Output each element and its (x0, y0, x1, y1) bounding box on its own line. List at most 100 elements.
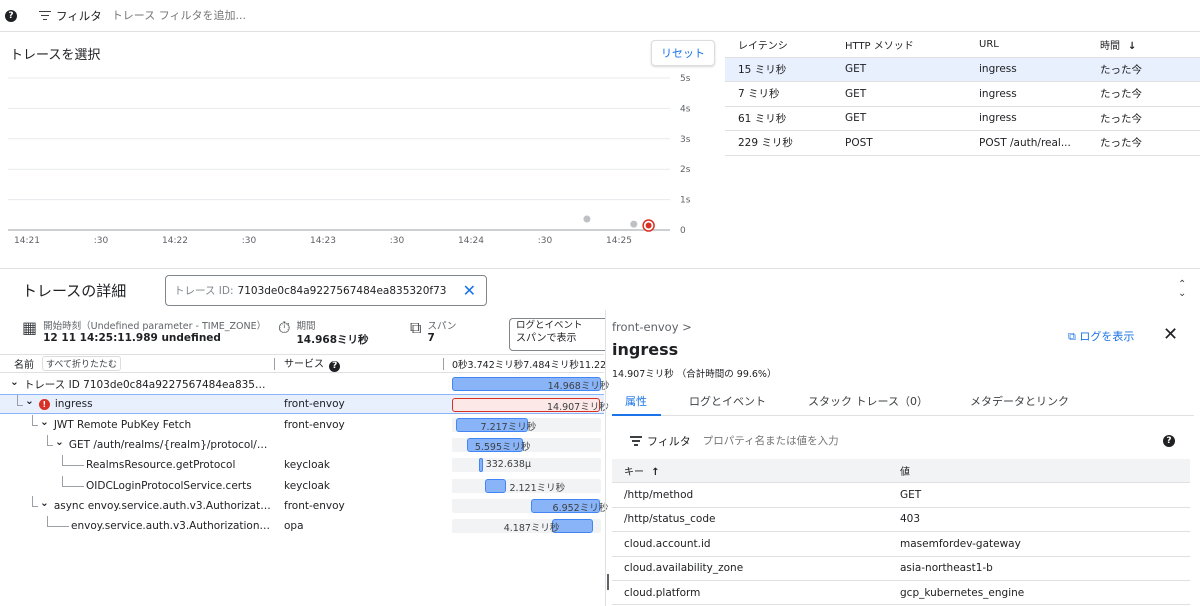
span-row[interactable]: ⌄! ingress front-envoy 14.907ミリ秒 (0, 394, 609, 415)
duration-value: 14.968ミリ秒 (296, 334, 369, 346)
column-divider[interactable] (443, 357, 444, 370)
x-tick-label: :30 (390, 236, 405, 246)
span-row[interactable]: ⌄ async envoy.service.auth.v3.Authorizati… (0, 495, 608, 516)
filter-label[interactable]: フィルタ (56, 8, 102, 24)
chevron-down-icon[interactable]: ⌄ (40, 500, 49, 509)
x-tick-label: 14:25 (606, 236, 632, 246)
span-row[interactable]: envoy.service.auth.v3.Authorization/Ch..… (0, 516, 604, 536)
key-header-label: キー (624, 467, 644, 479)
attribute-key: /http/method (624, 489, 694, 502)
help-icon[interactable]: ? (5, 9, 17, 22)
span-service: keycloak (284, 479, 331, 492)
close-icon[interactable]: ✕ (1163, 324, 1178, 345)
column-divider[interactable] (274, 357, 275, 370)
tree-connector (32, 414, 33, 425)
attributes-header: キー ↑ 値 (612, 459, 1190, 484)
span-name-cell: RealmsResource.getProtocol (70, 459, 272, 471)
arrow-down-icon: ↓ (1128, 41, 1137, 53)
latency-header[interactable]: レイテンシ (725, 37, 832, 52)
span-duration-label: 14.907ミリ秒 (546, 402, 609, 414)
span-service: front-envoy (284, 398, 345, 411)
chevron-down-icon[interactable]: ⌄ (40, 419, 49, 428)
property-filter-input[interactable] (702, 435, 1003, 447)
latency-cell: 229 ミリ秒 (738, 137, 793, 150)
span-bar-track: 14.968ミリ秒 (452, 377, 609, 392)
span-row[interactable]: ⌄ GET /auth/realms/{realm}/protocol/{pr..… (0, 434, 604, 455)
trace-filter-input[interactable] (111, 9, 512, 22)
trace-row[interactable]: 7 ミリ秒 GET ingress たった今 (725, 82, 1200, 107)
span-duration-label: 332.638μ (485, 459, 532, 471)
span-bar[interactable] (485, 478, 507, 493)
attribute-row: cloud.availability_zone asia-northeast1-b (612, 557, 1190, 581)
span-row[interactable]: ⌄ トレース ID 7103de0c84a9227567484ea835320f.… (0, 374, 609, 394)
chevron-down-icon[interactable]: ⌄ (10, 377, 19, 388)
trace-list-table: レイテンシ HTTP メソッド URL 時間 ↓ 15 ミリ秒 GET ingress… (725, 33, 1200, 156)
url-header[interactable]: URL (966, 39, 1087, 50)
attribute-key: /http/status_code (624, 513, 716, 526)
span-bar-track: 2.121ミリ秒 (452, 478, 601, 494)
span-row[interactable]: RealmsResource.getProtocol keycloak 332.63… (0, 455, 604, 475)
property-filter-label[interactable]: フィルタ (647, 433, 691, 449)
chevron-down-icon[interactable]: ⌄ (25, 398, 34, 407)
trace-row[interactable]: 229 ミリ秒 POST POST /auth/real... たった今 (725, 131, 1200, 156)
tab-stack-trace[interactable]: スタック トレース（0） (780, 384, 942, 416)
logs-events-select[interactable]: ログとイベント スパンで表示 (509, 318, 605, 351)
span-service: front-envoy (284, 418, 345, 431)
span-name-cell: envoy.service.auth.v3.Authorization/Ch..… (55, 520, 272, 532)
trace-scatter-chart[interactable]: 0 1s 2s 3s 4s 5s 14:21:30 14:22:30 14:23:30 14:24… (0, 60, 720, 250)
span-count-info: ⧉ スパン 7 (410, 318, 456, 344)
x-tick-label: 14:22 (162, 236, 188, 246)
span-row[interactable]: OIDCLoginProtocolService.certs keycloak 2.… (0, 475, 604, 496)
clear-icon[interactable]: ✕ (463, 281, 476, 300)
span-bar-track: 14.907ミリ秒 (452, 398, 609, 413)
y-tick-label: 3s (680, 135, 691, 145)
attribute-value: 403 (900, 513, 921, 526)
attribute-row: cloud.account.id masemfordev-gateway (612, 532, 1190, 557)
span-name-cell: ⌄ JWT Remote PubKey Fetch (40, 419, 272, 431)
breadcrumb[interactable]: front-envoy > (612, 320, 692, 334)
resize-handle[interactable] (607, 574, 609, 590)
help-icon[interactable]: ? (1163, 435, 1175, 447)
tab-attributes[interactable]: 属性 (612, 384, 661, 416)
span-bar[interactable] (479, 458, 483, 473)
filter-icon[interactable] (630, 436, 642, 446)
tree-connector (17, 395, 18, 406)
tab-logs-events[interactable]: ログとイベント (661, 384, 780, 416)
span-duration-label: 14.968ミリ秒 (547, 381, 610, 392)
y-tick-label: 2s (680, 165, 691, 175)
open-in-new-icon: ⧉ (1068, 330, 1076, 343)
tree-connector (62, 475, 63, 486)
method-header[interactable]: HTTP メソッド (832, 37, 966, 52)
time-cell: たった今 (1100, 112, 1142, 125)
timer-icon: ⏱ (278, 318, 291, 337)
x-tick-label: :30 (242, 236, 257, 246)
expand-collapse-icon[interactable]: ⌃ ⌄ (1178, 280, 1186, 299)
help-icon[interactable]: ? (329, 360, 341, 372)
span-name-cell: ⌄! ingress (25, 398, 272, 411)
collapse-all-button[interactable]: すべて折りたたむ (42, 356, 122, 371)
trace-id-value: 7103de0c84a9227567484ea835320f73 (237, 284, 447, 297)
key-header[interactable]: キー ↑ (612, 463, 900, 478)
view-logs-link[interactable]: ⧉ ログを表示 (1068, 328, 1134, 344)
chevron-down-icon[interactable]: ⌄ (55, 439, 64, 448)
value-header[interactable]: 値 (900, 463, 1190, 478)
y-tick-label: 0 (680, 226, 686, 236)
trace-row[interactable]: 15 ミリ秒 GET ingress たった今 (725, 57, 1200, 82)
span-name: envoy.service.auth.v3.Authorization/Ch..… (71, 520, 272, 533)
latency-cell: 61 ミリ秒 (738, 112, 787, 125)
span-count-label: スパン (427, 321, 457, 332)
trace-row[interactable]: 61 ミリ秒 GET ingress たった今 (725, 107, 1200, 131)
time-header[interactable]: 時間 ↓ (1087, 37, 1200, 52)
trace-id-field[interactable]: トレース ID: 7103de0c84a9227567484ea835320f7… (165, 275, 487, 306)
attribute-value: gcp_kubernetes_engine (900, 586, 1025, 599)
attribute-row: /http/status_code 403 (612, 508, 1190, 533)
span-row[interactable]: ⌄ JWT Remote PubKey Fetch front-envoy 7.217… (0, 414, 604, 435)
tree-connector (47, 434, 48, 445)
filter-icon[interactable] (39, 10, 51, 21)
method-cell: GET (845, 63, 867, 76)
tab-metadata-links[interactable]: メタデータとリンク (942, 384, 1083, 416)
duration-info: ⏱ 期間 14.968ミリ秒 (278, 318, 369, 347)
latency-cell: 15 ミリ秒 (738, 63, 787, 76)
x-tick-label: :30 (538, 236, 553, 246)
method-cell: GET (845, 112, 867, 125)
